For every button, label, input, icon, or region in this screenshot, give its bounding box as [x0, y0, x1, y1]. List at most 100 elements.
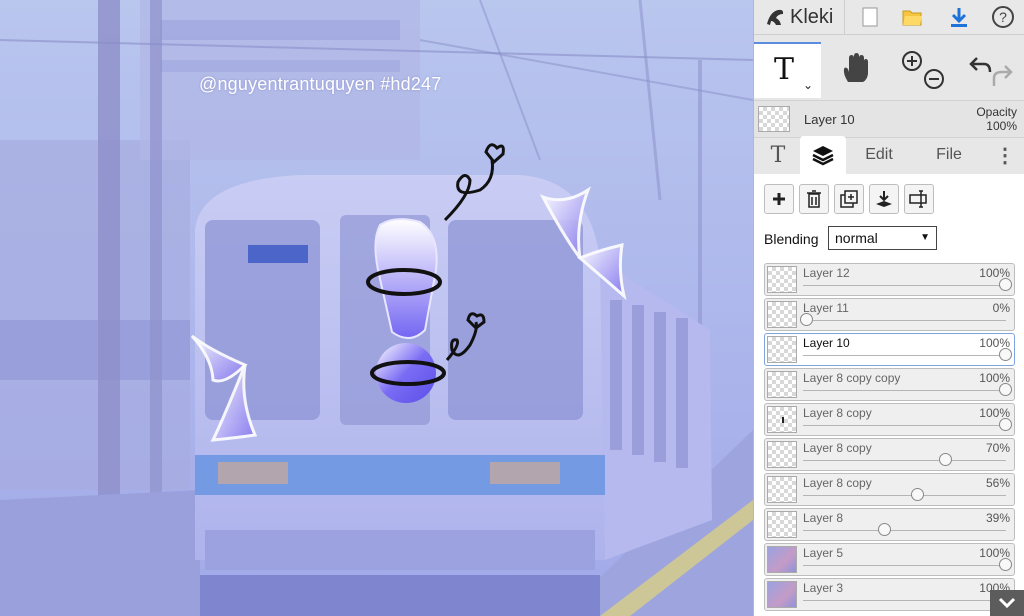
layer-opacity: 0%: [992, 301, 1010, 315]
text-tab-icon: T: [770, 142, 786, 168]
kleki-logo[interactable]: Kleki: [764, 5, 833, 29]
layer-row[interactable]: Layer 8 copy 70%: [764, 438, 1015, 471]
layer-name: Layer 12: [803, 266, 850, 280]
layer-list: Layer 12 100% Layer 11 0% Layer 10 100% Layer …: [754, 258, 1024, 616]
new-file-icon[interactable]: [857, 4, 883, 30]
layer-name: Layer 10: [803, 336, 850, 350]
duplicate-layer-button[interactable]: [834, 184, 864, 214]
chevron-down-icon: ▼: [920, 232, 930, 243]
layer-row[interactable]: Layer 5 100%: [764, 543, 1015, 576]
layer-thumbnail: [767, 336, 797, 363]
undo-icon[interactable]: [969, 57, 992, 73]
opacity-slider-knob[interactable]: [939, 453, 953, 466]
layer-thumbnail: [767, 441, 797, 468]
layer-thumbnail: [767, 581, 797, 608]
app-name: Kleki: [790, 5, 834, 28]
merge-down-icon: [876, 191, 892, 207]
opacity-value: 100%: [986, 119, 1017, 133]
opacity-slider-knob[interactable]: [999, 383, 1012, 396]
layer-row[interactable]: Layer 8 39%: [764, 508, 1015, 541]
opacity-slider-track[interactable]: [803, 530, 1006, 531]
delete-layer-button[interactable]: [799, 184, 829, 214]
blending-row: Blending normal ▼: [754, 222, 1024, 258]
layer-row[interactable]: Layer 8 copy 100%: [764, 403, 1015, 436]
layer-row[interactable]: Layer 12 100%: [764, 263, 1015, 296]
kleki-logo-icon: [767, 9, 784, 25]
blending-label: Blending: [764, 231, 819, 247]
zoom-controls: [902, 51, 944, 89]
tab-file[interactable]: File: [924, 136, 974, 174]
help-icon[interactable]: ?: [990, 4, 1016, 30]
side-panel: Kleki ? T ⌄ Layer 10 Opacity 100% T Edit…: [753, 0, 1024, 616]
layer-thumbnail: [767, 406, 797, 433]
layer-name: Layer 8 copy copy: [803, 371, 901, 385]
opacity-slider-knob[interactable]: [800, 313, 813, 326]
layers-tab-icon: [812, 146, 834, 166]
drawing-canvas[interactable]: @nguyentrantuquyen #hd247: [0, 0, 753, 616]
download-icon[interactable]: [946, 4, 972, 30]
layer-thumbnail: [767, 371, 797, 398]
layer-row[interactable]: Layer 8 copy copy 100%: [764, 368, 1015, 401]
layer-thumbnail: [767, 476, 797, 503]
rename-layer-button[interactable]: [904, 184, 934, 214]
blending-select[interactable]: normal ▼: [828, 226, 937, 250]
opacity-slider-knob[interactable]: [999, 278, 1012, 291]
layer-row[interactable]: Layer 8 copy 56%: [764, 473, 1015, 506]
layer-row[interactable]: Layer 3 100%: [764, 578, 1015, 611]
opacity-slider-track[interactable]: [803, 285, 1006, 286]
zoom-out-icon[interactable]: [924, 69, 944, 89]
duplicate-layer-icon: [840, 190, 858, 208]
svg-text:?: ?: [999, 9, 1007, 25]
top-toolbar: Kleki ?: [754, 0, 1024, 35]
opacity-label: Opacity: [976, 105, 1017, 119]
opacity-slider-knob[interactable]: [911, 488, 925, 501]
layer-row[interactable]: Layer 11 0%: [764, 298, 1015, 331]
layer-thumbnail: [767, 511, 797, 538]
opacity-slider-track[interactable]: [803, 495, 1006, 496]
redo-icon[interactable]: [992, 65, 1013, 86]
opacity-slider-knob[interactable]: [877, 523, 891, 536]
merge-down-button[interactable]: [869, 184, 899, 214]
scroll-down-button[interactable]: [990, 590, 1024, 616]
layer-row[interactable]: Layer 10 100%: [764, 333, 1015, 366]
text-tool-button[interactable]: T ⌄: [754, 42, 821, 98]
opacity-slider-track[interactable]: [803, 600, 1006, 601]
layer-thumbnail: [767, 546, 797, 573]
opacity-slider-track[interactable]: [803, 460, 1006, 461]
tab-layers[interactable]: [800, 136, 846, 174]
tab-text[interactable]: T: [760, 136, 796, 174]
tab-edit[interactable]: Edit: [854, 136, 904, 174]
opacity-slider-knob[interactable]: [999, 558, 1012, 571]
chevron-down-icon[interactable]: ⌄: [803, 78, 813, 92]
opacity-slider-track[interactable]: [803, 390, 1006, 391]
zoom-in-icon[interactable]: [902, 51, 922, 71]
tool-row: T ⌄: [754, 36, 1024, 98]
more-menu-icon[interactable]: ⋮: [992, 136, 1018, 174]
current-layer-thumbnail: [758, 106, 790, 132]
hand-tool-icon[interactable]: [839, 52, 871, 84]
layer-name: Layer 5: [803, 546, 844, 560]
opacity-slider-track[interactable]: [803, 355, 1006, 356]
layer-name: Layer 8 copy: [803, 441, 872, 455]
layer-opacity: 39%: [985, 511, 1010, 525]
current-layer-name: Layer 10: [804, 112, 855, 127]
panel-tabs: T Edit File ⋮: [754, 136, 1024, 174]
layer-thumbnail: [767, 301, 797, 328]
delete-layer-icon: [807, 190, 821, 208]
blending-value: normal: [835, 230, 878, 246]
opacity-slider-track[interactable]: [803, 320, 1006, 321]
add-layer-button[interactable]: [764, 184, 794, 214]
layer-name: Layer 8: [803, 511, 844, 525]
rename-layer-icon: [909, 190, 927, 208]
layer-name: Layer 8 copy: [803, 476, 872, 490]
history-controls: [969, 57, 1013, 86]
opacity-slider-track[interactable]: [803, 425, 1006, 426]
watermark-text: @nguyentrantuquyen #hd247: [199, 74, 442, 94]
opacity-slider-track[interactable]: [803, 565, 1006, 566]
text-tool-icon: T: [774, 52, 795, 87]
opacity-slider-knob[interactable]: [999, 348, 1012, 361]
opacity-slider-knob[interactable]: [999, 418, 1012, 431]
layer-name: Layer 3: [803, 581, 844, 595]
layer-name: Layer 8 copy: [803, 406, 872, 420]
open-folder-icon[interactable]: [899, 4, 925, 30]
